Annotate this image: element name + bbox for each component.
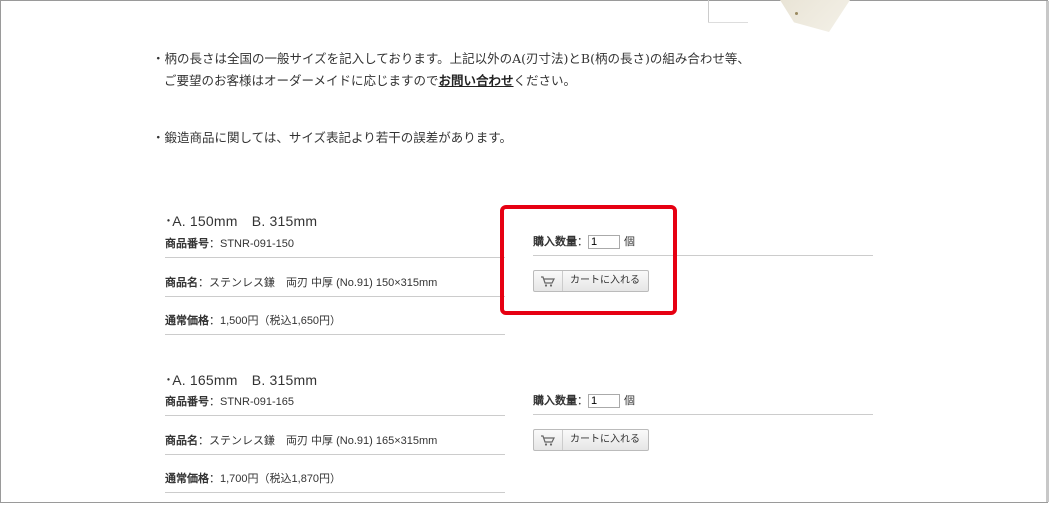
contact-link[interactable]: お問い合わせ (439, 73, 514, 88)
product-title: ･A. 165mm B. 315mm (165, 372, 318, 388)
divider (165, 492, 505, 493)
highlight-box (500, 205, 677, 315)
price-value: ：1,700円（税込1,870円） (209, 473, 342, 485)
product-name-value: ：ステンレス鎌 両刃 中厚 (No.91) 150×315mm (198, 277, 438, 289)
quantity-colon: ： (577, 395, 588, 407)
product-code-value: ：STNR-091-165 (209, 396, 294, 408)
size-note-line2: ご要望のお客様はオーダーメイドに応じますのでお問い合わせください。 (152, 70, 750, 92)
divider (165, 257, 505, 258)
product-name-row: 商品名：ステンレス鎌 両刃 中厚 (No.91) 165×315mm (165, 432, 505, 455)
product-code-row: 商品番号：STNR-091-165 (165, 393, 505, 416)
product-code-value: ：STNR-091-150 (209, 238, 294, 250)
product-name-row: 商品名：ステンレス鎌 両刃 中厚 (No.91) 150×315mm (165, 274, 505, 297)
divider (165, 415, 505, 416)
product-image-detail (795, 12, 798, 15)
divider (165, 334, 505, 335)
product-price-row: 通常価格：1,700円（税込1,870円） (165, 470, 505, 493)
add-to-cart-button[interactable]: カートに入れる (533, 429, 649, 451)
quantity-row: 購入数量： 個 (533, 392, 873, 415)
divider (533, 414, 873, 415)
size-note-text: ご要望のお客様はオーダーメイドに応じますので (164, 73, 439, 88)
price-value: ：1,500円（税込1,650円） (209, 315, 342, 327)
decorative-line (708, 0, 709, 22)
product-price-row: 通常価格：1,500円（税込1,650円） (165, 312, 505, 335)
quantity-input[interactable] (588, 394, 620, 409)
product-name-value: ：ステンレス鎌 両刃 中厚 (No.91) 165×315mm (198, 435, 438, 447)
product-name-label: 商品名 (165, 277, 198, 289)
quantity-label: 購入数量 (533, 395, 577, 407)
cart-icon (534, 430, 563, 450)
product-code-label: 商品番号 (165, 238, 209, 250)
divider (165, 454, 505, 455)
product-code-label: 商品番号 (165, 396, 209, 408)
price-label: 通常価格 (165, 315, 209, 327)
size-note-text-end: ください。 (513, 73, 577, 88)
decorative-line (708, 22, 748, 23)
divider (165, 296, 505, 297)
size-note: ・柄の長さは全国の一般サイズを記入しております。上記以外のA(刃寸法)とB(柄の… (152, 48, 750, 92)
scrollbar[interactable] (1046, 1, 1049, 502)
price-label: 通常価格 (165, 473, 209, 485)
product-block: ･A. 165mm B. 315mm 商品番号：STNR-091-165 商品名… (165, 370, 875, 493)
product-name-label: 商品名 (165, 435, 198, 447)
product-code-row: 商品番号：STNR-091-150 (165, 235, 505, 258)
add-to-cart-label: カートに入れる (570, 434, 640, 445)
quantity-unit: 個 (624, 395, 635, 407)
forging-note: ・鍛造商品に関しては、サイズ表記より若干の誤差があります。 (152, 130, 513, 145)
size-note-line1: ・柄の長さは全国の一般サイズを記入しております。上記以外のA(刃寸法)とB(柄の… (152, 51, 750, 66)
